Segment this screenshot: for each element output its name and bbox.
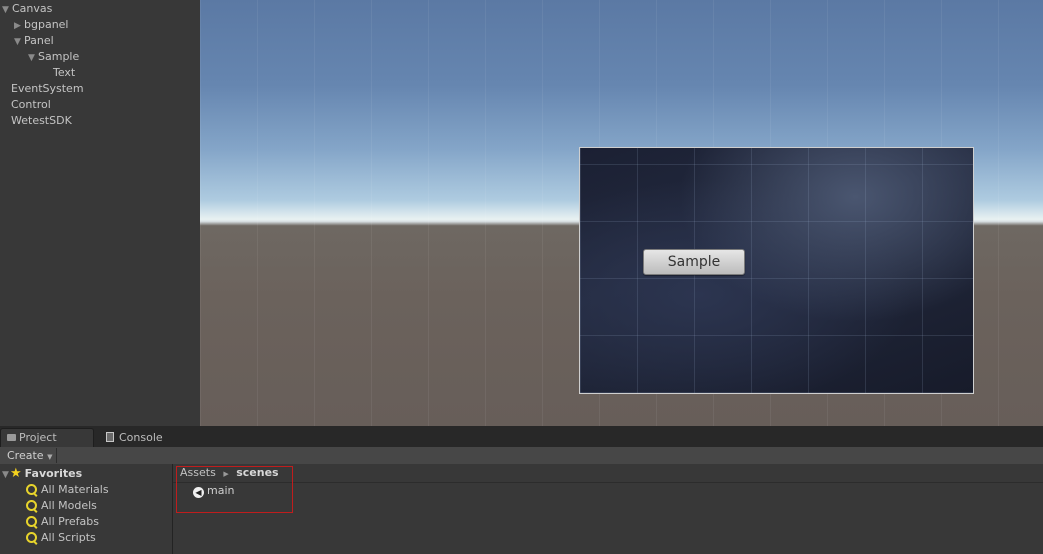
- favorite-all-models[interactable]: All Models: [26, 498, 97, 514]
- asset-label: main: [207, 484, 235, 497]
- scene-view[interactable]: Sample: [200, 0, 1043, 426]
- tab-console[interactable]: Console: [100, 429, 169, 447]
- hierarchy-item-label: Control: [11, 98, 51, 111]
- search-icon: [26, 516, 37, 527]
- console-icon: [106, 432, 114, 442]
- tab-label: Project: [19, 431, 57, 444]
- favorite-all-scripts[interactable]: All Scripts: [26, 530, 96, 546]
- favorite-label: All Models: [41, 499, 97, 512]
- dropdown-arrow-icon: ▼: [47, 453, 53, 461]
- favorites-label: Favorites: [24, 467, 83, 480]
- assets-pane: Assets ▶ scenes ◀ main: [173, 464, 1043, 554]
- hierarchy-item-eventsystem[interactable]: EventSystem: [11, 81, 84, 97]
- favorite-all-prefabs[interactable]: All Prefabs: [26, 514, 99, 530]
- favorite-label: All Prefabs: [41, 515, 99, 528]
- hierarchy-item-wetestsdk[interactable]: WetestSDK: [11, 113, 72, 129]
- expand-triangle-icon[interactable]: ▼: [28, 50, 38, 66]
- hierarchy-item-bgpanel[interactable]: ▶ bgpanel: [14, 17, 68, 33]
- collapse-triangle-icon[interactable]: ▶: [14, 18, 24, 34]
- search-icon: [26, 532, 37, 543]
- tab-label: Console: [119, 431, 163, 444]
- favorites-header[interactable]: ▼★ Favorites: [2, 466, 82, 482]
- search-icon: [26, 484, 37, 495]
- expand-triangle-icon[interactable]: ▼: [14, 34, 24, 50]
- expand-triangle-icon[interactable]: ▼: [2, 2, 12, 18]
- hierarchy-item-panel[interactable]: ▼ Panel: [14, 33, 54, 49]
- hierarchy-item-label: Text: [53, 66, 76, 79]
- star-icon: ★: [10, 466, 22, 481]
- hierarchy-item-canvas[interactable]: ▼ Canvas: [2, 1, 52, 17]
- asset-item-main[interactable]: ◀ main: [193, 483, 234, 499]
- expand-triangle-icon[interactable]: ▼: [2, 467, 10, 483]
- favorite-all-materials[interactable]: All Materials: [26, 482, 109, 498]
- folder-icon: [7, 434, 16, 441]
- unity-scene-icon: ◀: [193, 487, 204, 498]
- panel-tab-bar: Project Console: [0, 426, 1043, 448]
- hierarchy-item-text[interactable]: Text: [53, 65, 75, 81]
- hierarchy-item-label: WetestSDK: [11, 114, 72, 127]
- hierarchy-item-label: Panel: [24, 34, 54, 47]
- favorites-pane: ▼★ Favorites All Materials All Models All…: [0, 464, 173, 554]
- search-icon: [26, 500, 37, 511]
- hierarchy-item-label: Sample: [38, 50, 80, 63]
- hierarchy-item-sample[interactable]: ▼ Sample: [28, 49, 79, 65]
- canvas-grid: [580, 148, 973, 393]
- hierarchy-item-label: bgpanel: [24, 18, 69, 31]
- create-dropdown[interactable]: Create ▼: [3, 448, 58, 463]
- project-panel: Project Console Create ▼ ▼★ Favorites All…: [0, 426, 1043, 554]
- favorite-label: All Materials: [41, 483, 109, 496]
- hierarchy-item-label: EventSystem: [11, 82, 84, 95]
- hierarchy-panel: ▼ Canvas ▶ bgpanel ▼ Panel ▼ Sample Text Eve…: [0, 0, 200, 426]
- ui-canvas-preview[interactable]: Sample: [579, 147, 974, 394]
- favorite-label: All Scripts: [41, 531, 96, 544]
- tab-project[interactable]: Project: [0, 428, 94, 447]
- hierarchy-item-control[interactable]: Control: [11, 97, 51, 113]
- hierarchy-item-label: Canvas: [12, 2, 53, 15]
- project-toolbar: Create ▼: [0, 447, 1043, 465]
- sample-button[interactable]: Sample: [643, 249, 745, 275]
- breadcrumb: Assets ▶ scenes: [173, 464, 1043, 483]
- create-label: Create: [7, 449, 44, 462]
